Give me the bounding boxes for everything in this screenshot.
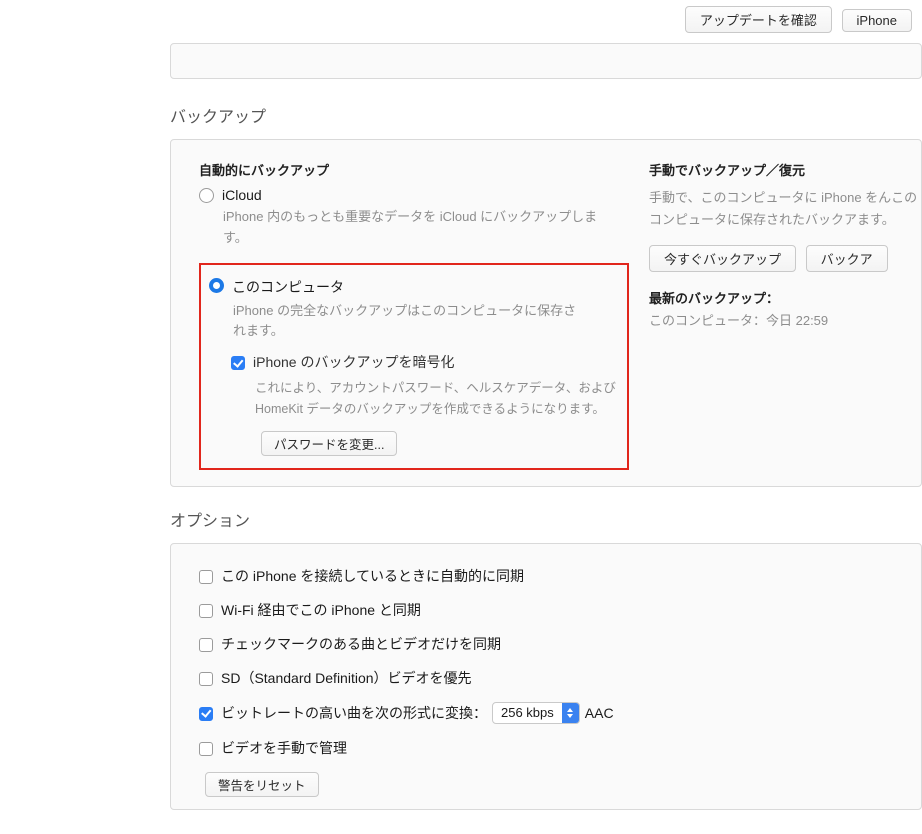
stepper-arrows-icon <box>562 703 579 723</box>
icloud-radio-desc: iPhone 内のもっとも重要なデータを iCloud にバックアップします。 <box>223 207 599 249</box>
bitrate-select[interactable]: 256 kbps <box>492 702 580 724</box>
manual-video-label: ビデオを手動で管理 <box>221 738 347 758</box>
manual-video-checkbox[interactable] <box>199 742 213 756</box>
icloud-radio[interactable] <box>199 188 214 203</box>
auto-backup-heading: 自動的にバックアップ <box>199 160 639 179</box>
sd-video-checkbox[interactable] <box>199 672 213 686</box>
encrypt-backup-label: iPhone のバックアップを暗号化 <box>253 352 454 372</box>
latest-backup-value: このコンピュータ：今日 22:59 <box>649 310 921 329</box>
checked-only-label: チェックマークのある曲とビデオだけを同期 <box>221 634 501 654</box>
iphone-button[interactable]: iPhone <box>842 9 912 32</box>
backup-now-button[interactable]: 今すぐバックアップ <box>649 245 796 272</box>
encrypt-backup-desc: これにより、アカウントパスワード、ヘルスケアデータ、および HomeKit デー… <box>255 378 619 421</box>
highlight-box: このコンピュータ iPhone の完全なバックアップはこのコンピュータに保存され… <box>199 263 629 470</box>
reset-warnings-button[interactable]: 警告をリセット <box>205 772 319 797</box>
options-section-title: オプション <box>170 507 922 531</box>
auto-sync-checkbox[interactable] <box>199 570 213 584</box>
bitrate-select-value: 256 kbps <box>493 705 562 720</box>
auto-sync-label: この iPhone を接続しているときに自動的に同期 <box>221 566 524 586</box>
this-computer-radio-desc: iPhone の完全なバックアップはこのコンピュータに保存されます。 <box>233 301 579 343</box>
latest-backup-label: 最新のバックアップ： <box>649 288 921 307</box>
bitrate-checkbox[interactable] <box>199 707 213 721</box>
restore-backup-button[interactable]: バックア <box>806 245 888 272</box>
summary-panel-stub <box>170 43 922 79</box>
check-update-button[interactable]: アップデートを確認 <box>685 6 832 33</box>
change-password-button[interactable]: パスワードを変更... <box>261 431 397 456</box>
manual-backup-heading: 手動でバックアップ／復元 <box>649 160 921 179</box>
backup-panel: 自動的にバックアップ iCloud iPhone 内のもっとも重要なデータを i… <box>170 139 922 487</box>
sd-video-label: SD（Standard Definition）ビデオを優先 <box>221 668 472 688</box>
bitrate-label-prefix: ビットレートの高い曲を次の形式に変換： <box>221 703 487 723</box>
this-computer-radio-label: このコンピュータ <box>232 277 344 297</box>
wifi-sync-label: Wi-Fi 経由でこの iPhone と同期 <box>221 600 421 620</box>
this-computer-radio[interactable] <box>209 278 224 293</box>
checked-only-checkbox[interactable] <box>199 638 213 652</box>
backup-section-title: バックアップ <box>170 103 922 127</box>
icloud-radio-label: iCloud <box>222 187 262 203</box>
wifi-sync-checkbox[interactable] <box>199 604 213 618</box>
manual-backup-desc: 手動で、このコンピュータに iPhone をんこのコンピュータに保存されたバック… <box>649 187 921 231</box>
bitrate-label-suffix: AAC <box>585 705 614 721</box>
options-panel: この iPhone を接続しているときに自動的に同期 Wi-Fi 経由でこの i… <box>170 543 922 810</box>
encrypt-backup-checkbox[interactable] <box>231 356 245 370</box>
